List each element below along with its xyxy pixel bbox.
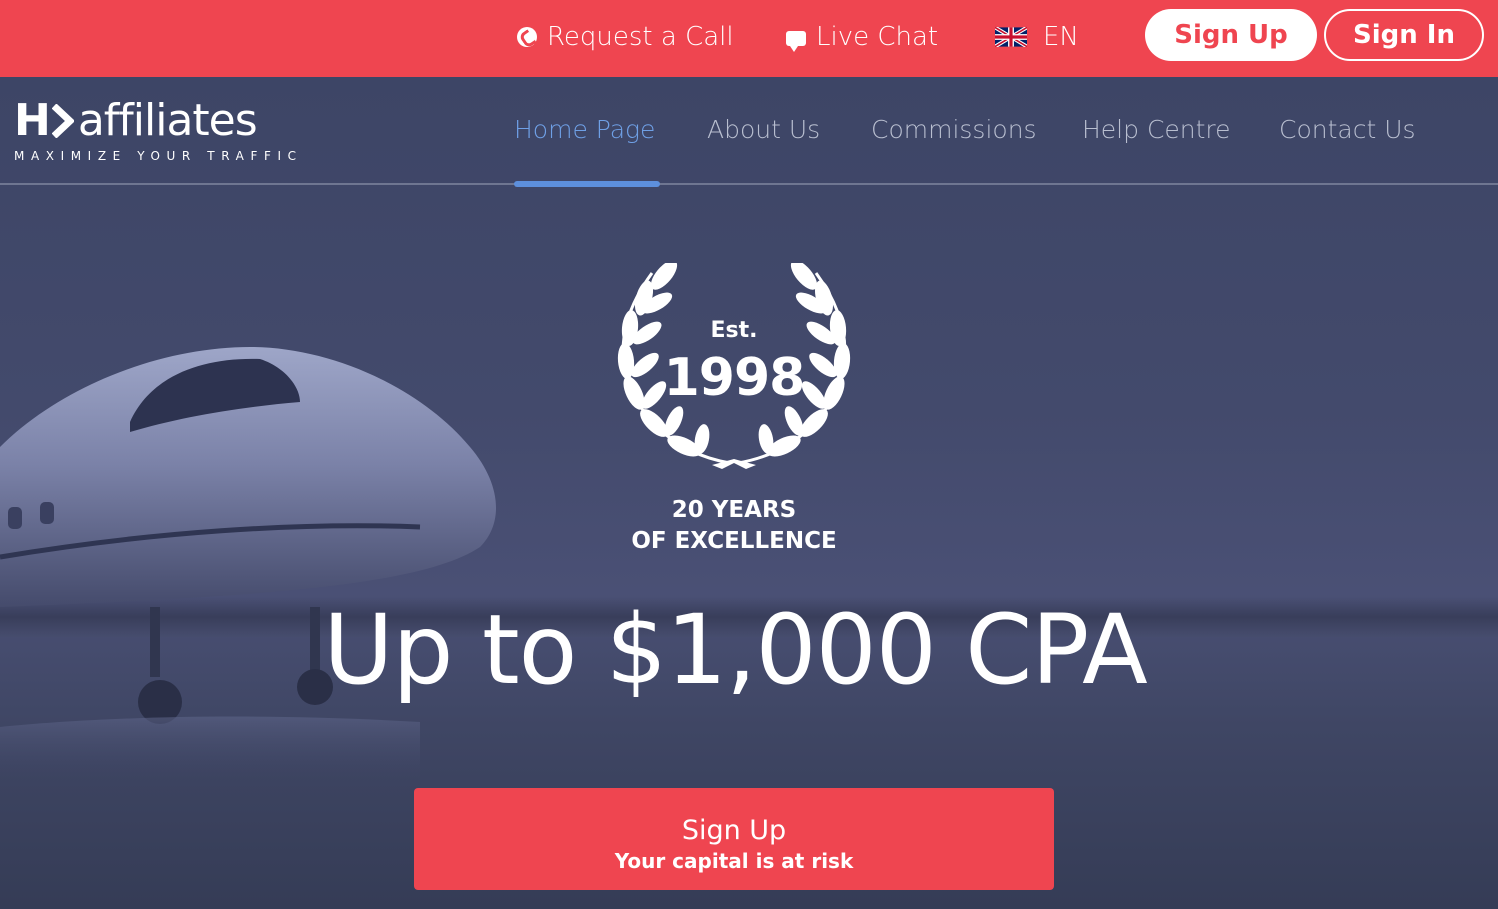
logo-wordmark: Haffiliates: [14, 95, 258, 146]
uk-flag-icon: [995, 27, 1027, 47]
established-label: Est.: [710, 318, 758, 343]
nav-contact-us[interactable]: Contact Us: [1279, 115, 1416, 144]
nav-help-centre[interactable]: Help Centre: [1082, 115, 1231, 144]
language-label: EN: [1043, 22, 1079, 52]
nav-about-us[interactable]: About Us: [707, 115, 820, 144]
logo-hy: H: [14, 95, 51, 146]
excellence-label: OF EXCELLENCE: [631, 528, 837, 554]
risk-disclaimer: Your capital is at risk: [614, 849, 854, 873]
logo-tagline: MAXIMIZE YOUR TRAFFIC: [14, 149, 303, 163]
sign-up-button[interactable]: Sign Up: [1145, 9, 1317, 61]
live-chat-label: Live Chat: [816, 22, 939, 52]
nav-commissions[interactable]: Commissions: [871, 115, 1037, 144]
nav-active-indicator: [514, 181, 660, 187]
hero-headline: Up to $1,000 CPA: [323, 594, 1147, 706]
nav-divider: [0, 183, 1498, 185]
years-label: 20 YEARS: [671, 497, 797, 523]
hero-sign-up-label: Sign Up: [681, 815, 787, 846]
sign-in-button[interactable]: Sign In: [1324, 9, 1484, 61]
brand-logo[interactable]: Haffiliates MAXIMIZE YOUR TRAFFIC: [14, 97, 299, 167]
logo-chevron-icon: [51, 103, 75, 139]
nav-home-page[interactable]: Home Page: [514, 115, 655, 144]
language-selector[interactable]: EN: [995, 18, 1079, 56]
logo-name: affiliates: [77, 95, 258, 146]
request-call-label: Request a Call: [547, 22, 734, 52]
hero-background: [0, 77, 1498, 909]
request-call-link[interactable]: Request a Call: [517, 18, 734, 56]
chat-icon: [786, 30, 806, 52]
established-year: 1998: [663, 348, 806, 408]
hero-sign-up-button[interactable]: Sign Up Your capital is at risk: [414, 788, 1054, 890]
phone-icon: [517, 27, 537, 47]
jet-illustration: [0, 347, 497, 787]
live-chat-link[interactable]: Live Chat: [786, 18, 938, 56]
